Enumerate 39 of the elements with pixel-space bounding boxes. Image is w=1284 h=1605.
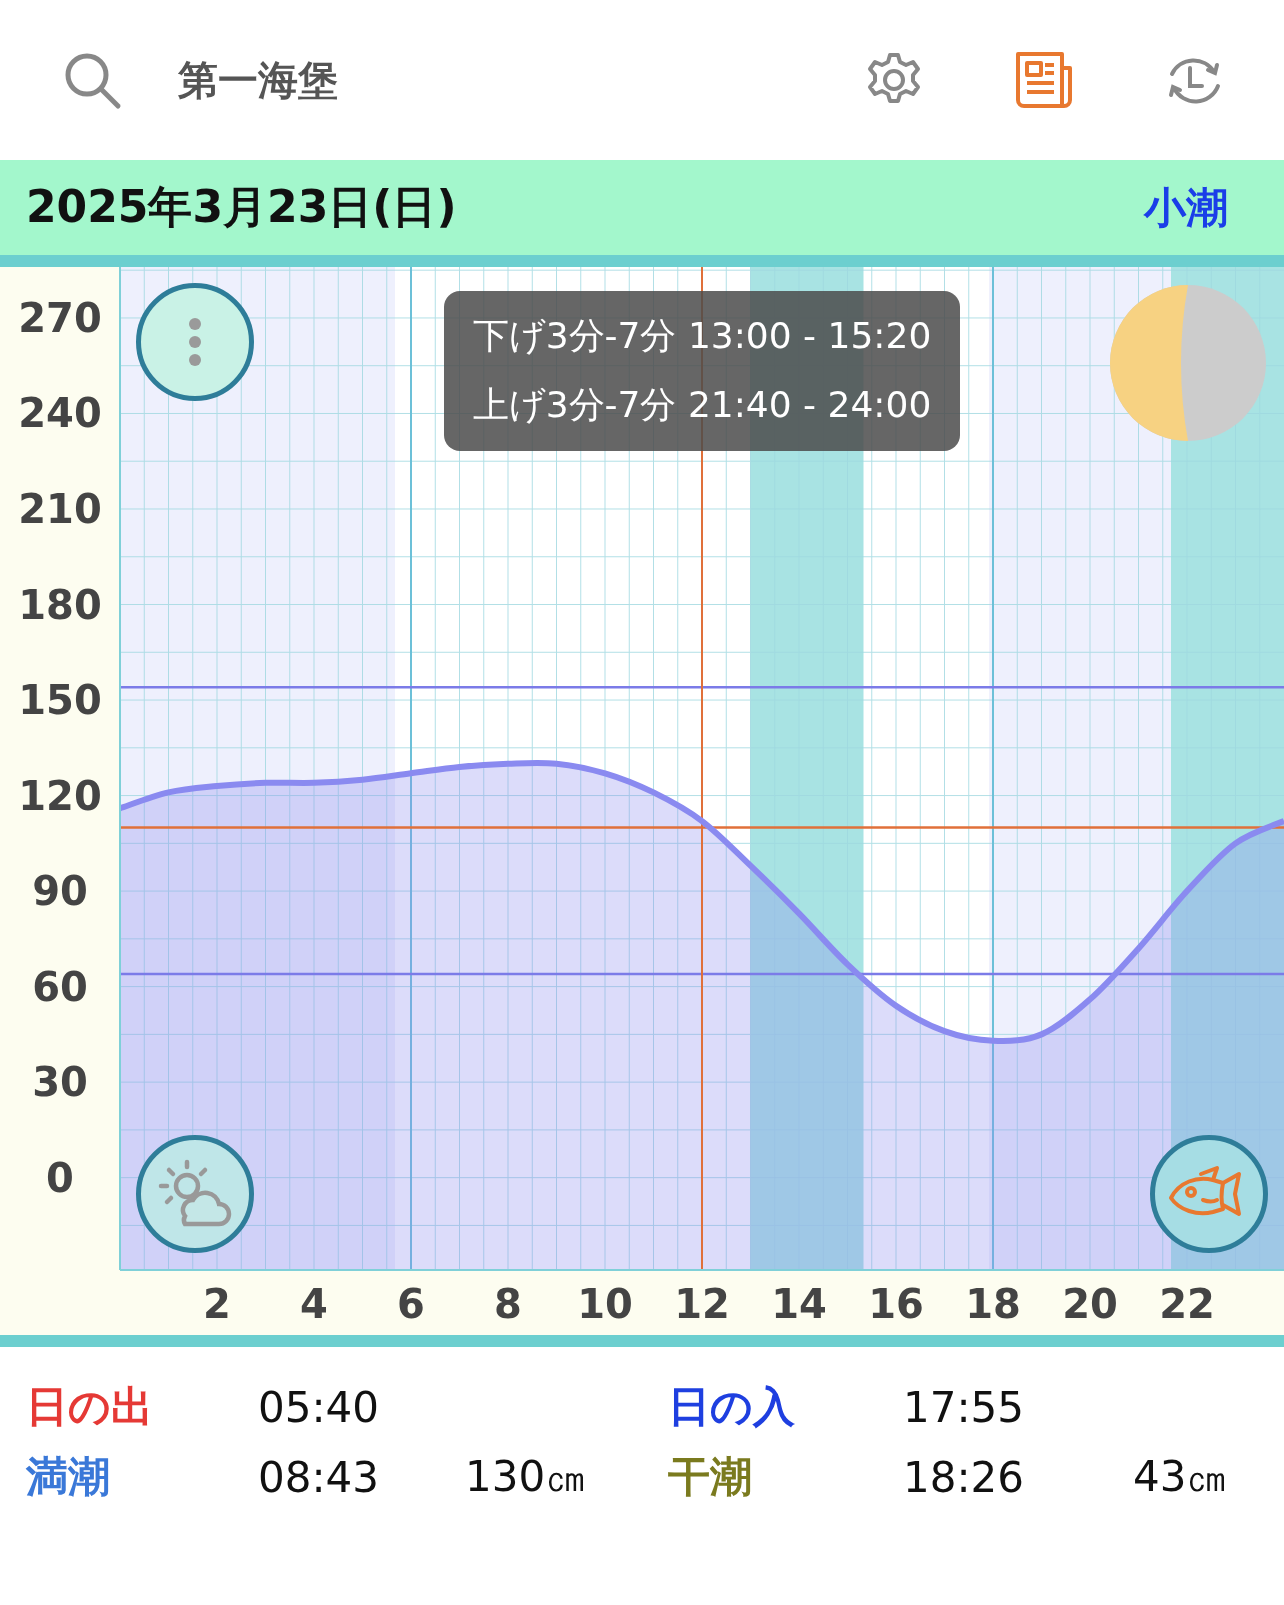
y-tick-label: 180 xyxy=(18,581,102,628)
x-tick-label: 14 xyxy=(771,1281,827,1327)
tide-height: 43㎝ xyxy=(1133,1451,1230,1503)
date-label: 2025年3月23日(日) xyxy=(26,180,457,234)
y-tick-label: 240 xyxy=(18,390,102,437)
x-tick-label: 12 xyxy=(674,1281,730,1327)
x-tick-label: 20 xyxy=(1062,1281,1118,1327)
moon-icon xyxy=(1110,285,1266,441)
x-tick-label: 10 xyxy=(577,1281,633,1327)
x-tick-label: 2 xyxy=(203,1281,231,1327)
info-time: 08:43 xyxy=(258,1452,381,1502)
y-tick-label: 60 xyxy=(32,963,88,1010)
newspaper-icon[interactable] xyxy=(1014,50,1074,110)
info-label: 干潮 xyxy=(668,1451,753,1503)
x-tick-label: 22 xyxy=(1159,1281,1215,1327)
y-tick-label: 120 xyxy=(18,772,102,819)
y-tick-label: 270 xyxy=(18,294,102,341)
y-tick-label: 30 xyxy=(32,1059,88,1106)
x-tick-label: 8 xyxy=(494,1281,522,1327)
y-tick-label: 90 xyxy=(32,868,88,915)
x-tick-label: 18 xyxy=(965,1281,1021,1327)
tooltip-line: 下げ3分-7分 13:00 - 15:20 xyxy=(472,314,932,358)
more-icon xyxy=(187,316,203,368)
x-tick-label: 4 xyxy=(300,1281,328,1327)
y-tick-label: 0 xyxy=(46,1154,74,1201)
tide-height: 130㎝ xyxy=(465,1451,589,1503)
tide-name: 小潮 xyxy=(1144,181,1228,234)
y-tick-label: 150 xyxy=(18,677,102,724)
info-time: 05:40 xyxy=(258,1382,381,1432)
info-time: 18:26 xyxy=(903,1452,1026,1502)
info-label: 日の出 xyxy=(26,1381,154,1433)
x-tick-label: 16 xyxy=(868,1281,924,1327)
x-tick-label: 6 xyxy=(397,1281,425,1327)
tooltip-line: 上げ3分-7分 21:40 - 24:00 xyxy=(472,383,932,427)
y-tick-label: 210 xyxy=(18,486,102,532)
info-label: 満潮 xyxy=(26,1451,111,1503)
location-title[interactable]: 第一海堡 xyxy=(178,52,864,108)
info-time: 17:55 xyxy=(903,1382,1026,1432)
info-label: 日の入 xyxy=(668,1381,796,1433)
